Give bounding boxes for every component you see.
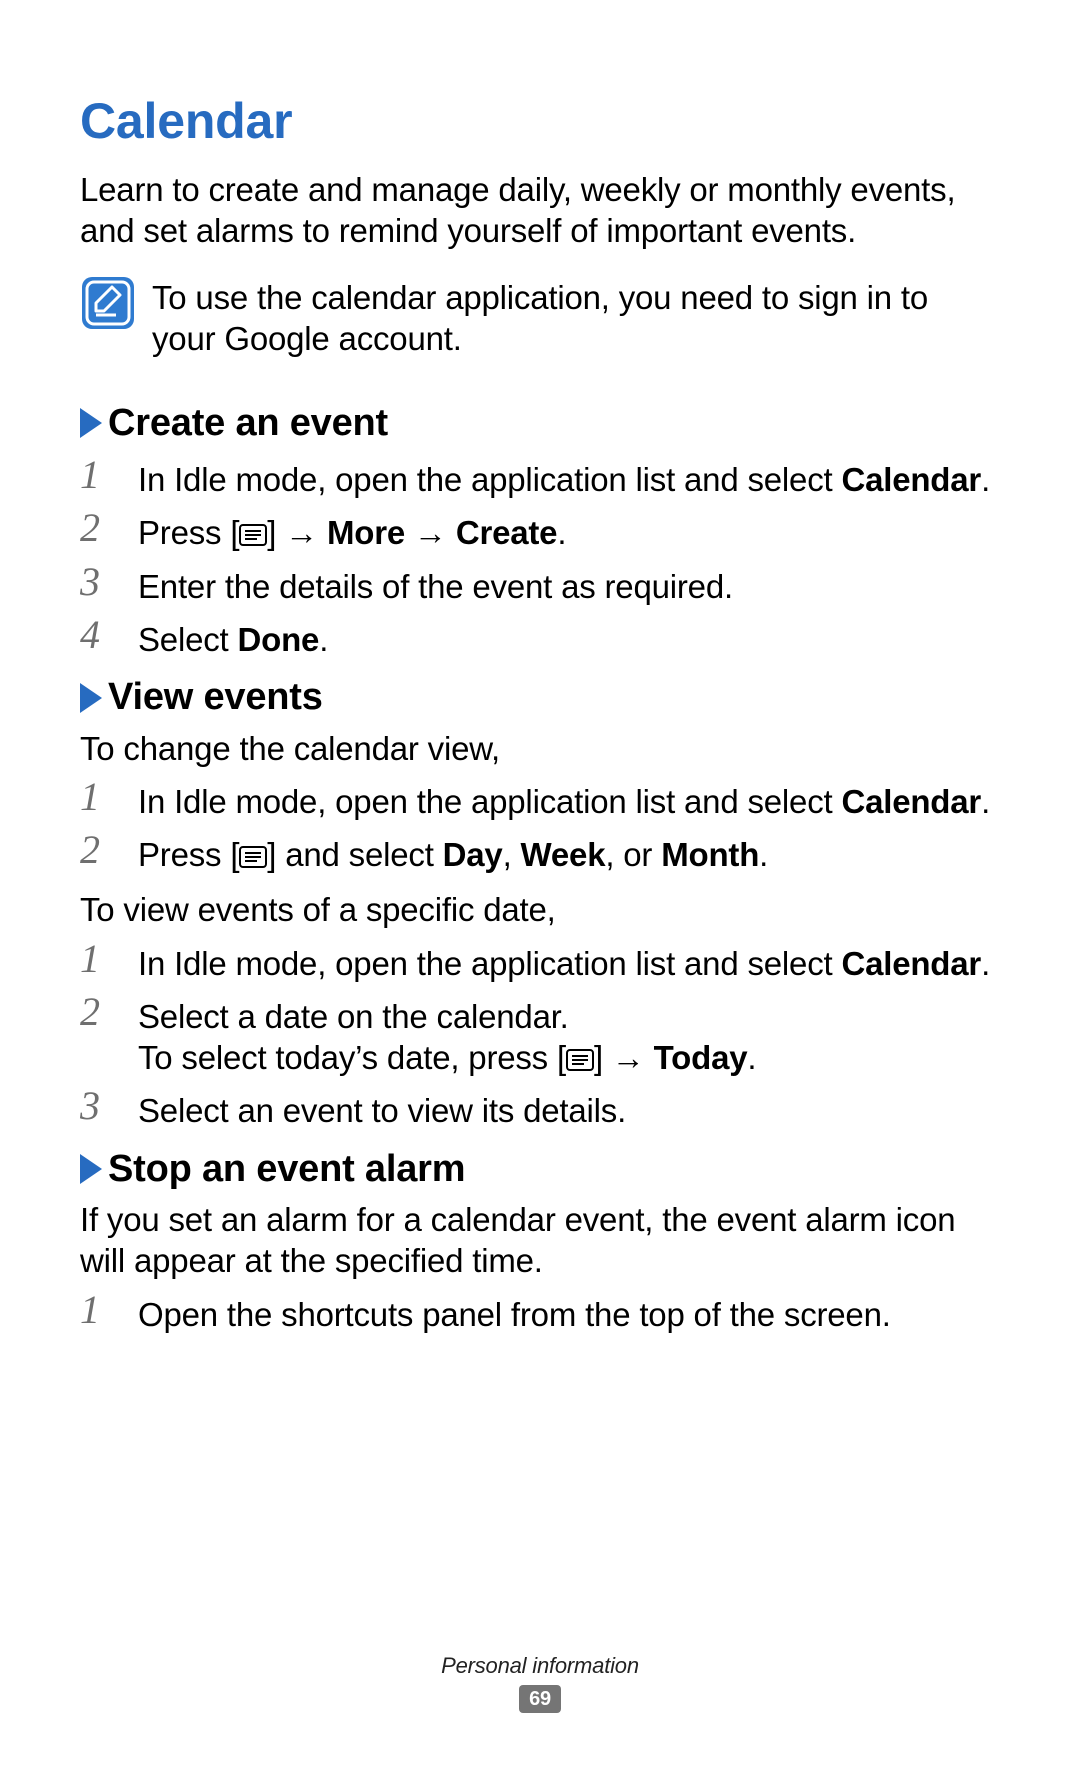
step-text: In Idle mode, open the application list … xyxy=(138,777,1000,822)
list-item: 3 Enter the details of the event as requ… xyxy=(80,562,1000,607)
subhead-label: Create an event xyxy=(108,400,388,448)
intro-text: Learn to create and manage daily, weekly… xyxy=(80,169,1000,252)
list-item: 2 Press [] and select Day, Week, or Mont… xyxy=(80,830,1000,875)
subhead-create-event: Create an event xyxy=(80,400,1000,448)
page-number-badge: 69 xyxy=(519,1685,561,1713)
menu-key-icon xyxy=(566,1049,594,1071)
steps-view-b: 1 In Idle mode, open the application lis… xyxy=(80,939,1000,1132)
step-number: 3 xyxy=(80,1086,120,1126)
step-number: 4 xyxy=(80,615,120,655)
step-number: 1 xyxy=(80,939,120,979)
subhead-label: View events xyxy=(108,674,323,722)
list-item: 1 In Idle mode, open the application lis… xyxy=(80,939,1000,984)
steps-stop: 1 Open the shortcuts panel from the top … xyxy=(80,1290,1000,1335)
list-item: 2 Press [] → More → Create. xyxy=(80,508,1000,553)
step-text: Select a date on the calendar. To select… xyxy=(138,992,1000,1079)
paragraph: To change the calendar view, xyxy=(80,728,1000,769)
step-text: In Idle mode, open the application list … xyxy=(138,939,1000,984)
step-text: Open the shortcuts panel from the top of… xyxy=(138,1290,1000,1335)
chevron-right-icon xyxy=(80,683,102,713)
subhead-view-events: View events xyxy=(80,674,1000,722)
chevron-right-icon xyxy=(80,1154,102,1184)
paragraph: If you set an alarm for a calendar event… xyxy=(80,1199,1000,1282)
steps-create: 1 In Idle mode, open the application lis… xyxy=(80,455,1000,660)
note-box: To use the calendar application, you nee… xyxy=(80,275,1000,360)
subhead-label: Stop an event alarm xyxy=(108,1146,465,1194)
subhead-stop-alarm: Stop an event alarm xyxy=(80,1146,1000,1194)
step-text: Select an event to view its details. xyxy=(138,1086,1000,1131)
steps-view-a: 1 In Idle mode, open the application lis… xyxy=(80,777,1000,876)
paragraph: To view events of a specific date, xyxy=(80,889,1000,930)
note-text: To use the calendar application, you nee… xyxy=(152,275,998,360)
page-footer: Personal information 69 xyxy=(0,1652,1080,1714)
step-number: 2 xyxy=(80,992,120,1032)
list-item: 2 Select a date on the calendar. To sele… xyxy=(80,992,1000,1079)
list-item: 4 Select Done. xyxy=(80,615,1000,660)
list-item: 1 Open the shortcuts panel from the top … xyxy=(80,1290,1000,1335)
step-number: 3 xyxy=(80,562,120,602)
step-text: Select Done. xyxy=(138,615,1000,660)
step-number: 1 xyxy=(80,455,120,495)
footer-section-name: Personal information xyxy=(0,1652,1080,1680)
step-text: Press [] → More → Create. xyxy=(138,508,1000,553)
list-item: 1 In Idle mode, open the application lis… xyxy=(80,777,1000,822)
chevron-right-icon xyxy=(80,408,102,438)
step-text: Press [] and select Day, Week, or Month. xyxy=(138,830,1000,875)
menu-key-icon xyxy=(239,524,267,546)
list-item: 3 Select an event to view its details. xyxy=(80,1086,1000,1131)
step-number: 1 xyxy=(80,777,120,817)
list-item: 1 In Idle mode, open the application lis… xyxy=(80,455,1000,500)
step-text: In Idle mode, open the application list … xyxy=(138,455,1000,500)
step-number: 1 xyxy=(80,1290,120,1330)
page-title: Calendar xyxy=(80,90,1000,153)
step-number: 2 xyxy=(80,508,120,548)
menu-key-icon xyxy=(239,846,267,868)
step-text: Enter the details of the event as requir… xyxy=(138,562,1000,607)
step-number: 2 xyxy=(80,830,120,870)
note-icon xyxy=(82,277,134,329)
